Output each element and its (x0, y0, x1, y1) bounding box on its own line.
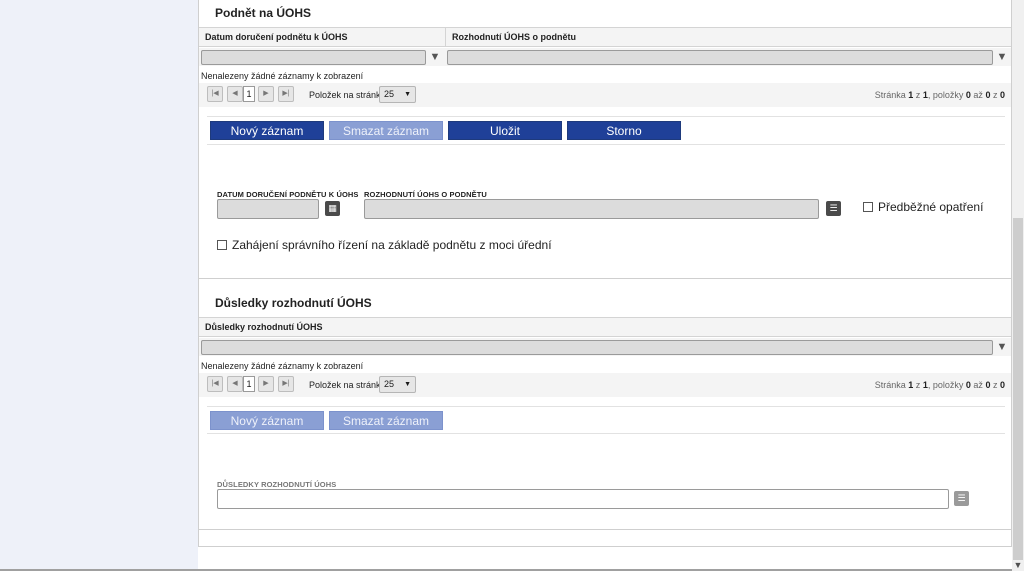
no-records-message: Nenalezeny žádné záznamy k zobrazení (201, 361, 364, 371)
page-size-value: 25 (384, 89, 395, 99)
consequences-field[interactable] (217, 489, 949, 509)
preliminary-measure-checkbox[interactable] (863, 202, 873, 212)
pager-info: Stránka 1 z 1, položky 0 až 0 z 0 (874, 380, 1005, 390)
decision-field[interactable] (364, 199, 819, 219)
separator (207, 406, 1005, 407)
section-title-podnet: Podnět na ÚOHS (215, 6, 312, 20)
vertical-scrollbar[interactable]: ▼ (1012, 0, 1024, 571)
first-page-icon[interactable]: |◀ (207, 376, 223, 392)
proceedings-label: Zahájení správního řízení na základě pod… (232, 238, 552, 252)
cancel-button[interactable]: Storno (567, 121, 681, 140)
column-header-datum[interactable]: Datum doručení podnětu k ÚOHS (199, 28, 445, 47)
page-size-select[interactable]: 25 ▼ (379, 376, 416, 393)
pager-dusledky: |◀ ◀ 1 ▶ ▶| Položek na stránku 25 ▼ Strá… (199, 373, 1011, 397)
grid-header-dusledky: Důsledky rozhodnutí ÚOHS (199, 317, 1011, 337)
filter-row-dusledky: ▼ (199, 338, 1011, 356)
filter-row-podnet: ▼ ▼ (199, 48, 1011, 66)
section-divider (199, 278, 1011, 279)
filter-input-datum[interactable] (201, 50, 426, 65)
delete-record-button[interactable]: Smazat záznam (329, 411, 443, 430)
grid-header-podnet: Datum doručení podnětu k ÚOHS Rozhodnutí… (199, 27, 1011, 47)
proceedings-checkbox[interactable] (217, 240, 227, 250)
separator (207, 433, 1005, 434)
delete-record-button[interactable]: Smazat záznam (329, 121, 443, 140)
save-button[interactable]: Uložit (448, 121, 562, 140)
chevron-down-icon: ▼ (404, 381, 411, 388)
filter-icon[interactable]: ▼ (996, 51, 1008, 63)
main-panel: Podnět na ÚOHS Datum doručení podnětu k … (198, 0, 1012, 547)
pager-info: Stránka 1 z 1, položky 0 až 0 z 0 (874, 90, 1005, 100)
date-field[interactable] (217, 199, 319, 219)
list-icon[interactable]: ☰ (954, 491, 969, 506)
column-header-rozhodnuti[interactable]: Rozhodnutí ÚOHS o podnětu (445, 28, 1011, 47)
page-size-select[interactable]: 25 ▼ (379, 86, 416, 103)
page-number-input[interactable]: 1 (243, 86, 255, 102)
left-background (0, 0, 198, 571)
scrollbar-thumb[interactable] (1013, 218, 1023, 560)
page-number-input[interactable]: 1 (243, 376, 255, 392)
last-page-icon[interactable]: ▶| (278, 86, 294, 102)
separator (207, 144, 1005, 145)
page-size-label: Položek na stránku (309, 380, 386, 390)
page-size-label: Položek na stránku (309, 90, 386, 100)
new-record-button[interactable]: Nový záznam (210, 121, 324, 140)
column-header-dusledky[interactable]: Důsledky rozhodnutí ÚOHS (199, 318, 1011, 337)
first-page-icon[interactable]: |◀ (207, 86, 223, 102)
list-icon[interactable]: ☰ (826, 201, 841, 216)
prev-page-icon[interactable]: ◀ (227, 86, 243, 102)
page-size-value: 25 (384, 379, 395, 389)
chevron-down-icon: ▼ (404, 91, 411, 98)
filter-input-dusledky[interactable] (201, 340, 993, 355)
separator (207, 116, 1005, 117)
pager-podnet: |◀ ◀ 1 ▶ ▶| Položek na stránku 25 ▼ Strá… (199, 83, 1011, 107)
preliminary-measure-label: Předběžné opatření (878, 200, 984, 214)
filter-icon[interactable]: ▼ (429, 51, 441, 63)
section-divider (199, 529, 1011, 530)
decision-field-label: ROZHODNUTÍ ÚOHS O PODNĚTU (364, 190, 487, 199)
new-record-button[interactable]: Nový záznam (210, 411, 324, 430)
filter-input-rozhodnuti[interactable] (447, 50, 993, 65)
filter-icon[interactable]: ▼ (996, 341, 1008, 353)
last-page-icon[interactable]: ▶| (278, 376, 294, 392)
consequences-field-label: DŮSLEDKY ROZHODNUTÍ ÚOHS (217, 480, 337, 489)
calendar-icon[interactable]: ▦ (325, 201, 340, 216)
next-page-icon[interactable]: ▶ (258, 86, 274, 102)
chevron-down-icon[interactable]: ▼ (1013, 559, 1023, 571)
next-page-icon[interactable]: ▶ (258, 376, 274, 392)
prev-page-icon[interactable]: ◀ (227, 376, 243, 392)
date-field-label: DATUM DORUČENÍ PODNĚTU K ÚOHS (217, 190, 359, 199)
no-records-message: Nenalezeny žádné záznamy k zobrazení (201, 71, 364, 81)
section-title-dusledky: Důsledky rozhodnutí ÚOHS (215, 296, 372, 310)
